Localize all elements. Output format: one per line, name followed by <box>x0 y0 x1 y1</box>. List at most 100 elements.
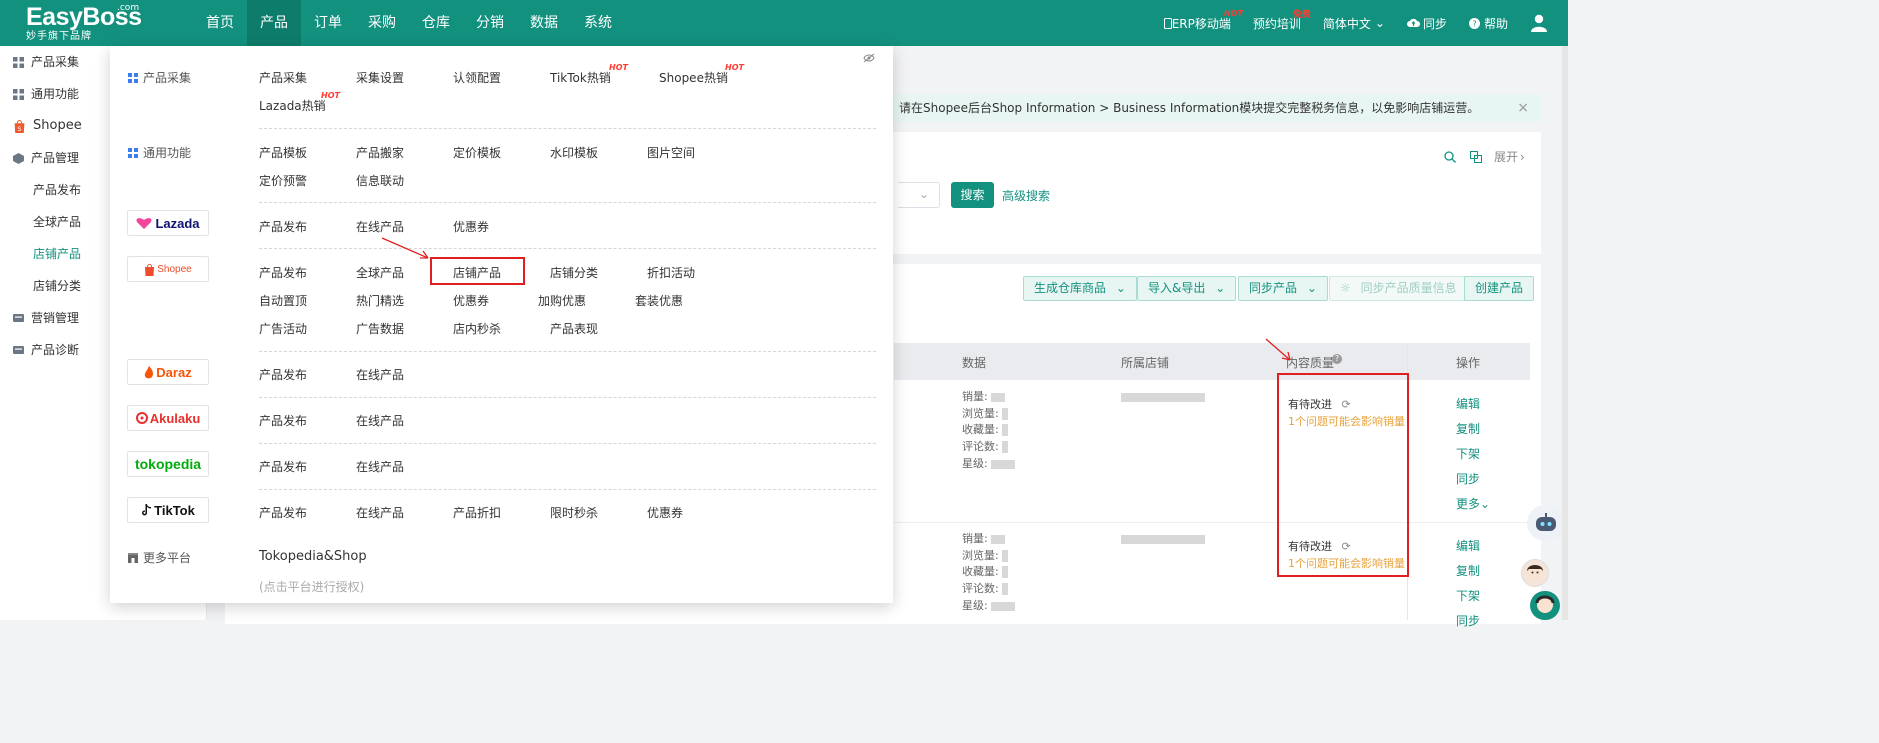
menu-divider <box>259 202 876 203</box>
stat-sales: 销量: <box>962 530 1006 546</box>
menu-link-tiktok-hot[interactable]: TikTok热销 <box>550 69 611 86</box>
stat-favorites: 收藏量: <box>962 421 1009 437</box>
menu-link-shopee-ad-data[interactable]: 广告数据 <box>356 320 404 337</box>
menu-link-claim-config[interactable]: 认领配置 <box>453 69 501 86</box>
menu-link-shopee-flash-sale[interactable]: 店内秒杀 <box>453 320 501 337</box>
erp-mobile-link[interactable]: ERP移动端 HOT <box>1163 9 1243 32</box>
copy-link[interactable]: 复制 <box>1456 420 1480 437</box>
customer-service-avatar[interactable] <box>1521 559 1549 587</box>
menu-link-shopee-ads[interactable]: 广告活动 <box>259 320 307 337</box>
support-agent-icon[interactable] <box>1530 591 1560 620</box>
menu-link-tiktok-online[interactable]: 在线产品 <box>356 504 404 521</box>
menu-link-lazada-hot[interactable]: Lazada热销 <box>259 97 326 114</box>
menu-link-tiktok-coupon[interactable]: 优惠券 <box>647 504 683 521</box>
filter-select[interactable]: ⌄ <box>898 182 940 208</box>
chevron-down-icon: ⌄ <box>1215 281 1226 295</box>
menu-category-label: 通用功能 <box>143 146 192 160</box>
menu-link-shopee-bundle[interactable]: 套装优惠 <box>635 292 683 309</box>
menu-link-shopee-store-category[interactable]: 店铺分类 <box>550 264 598 281</box>
help-link[interactable]: ? 帮助 <box>1468 15 1508 32</box>
eye-off-icon[interactable] <box>863 53 875 63</box>
training-link[interactable]: 预约培训 免费 <box>1253 10 1311 32</box>
generate-warehouse-button[interactable]: 生成仓库商品 ⌄ <box>1023 276 1137 301</box>
search-button[interactable]: 搜索 <box>951 182 994 208</box>
menu-link-image-space[interactable]: 图片空间 <box>647 144 695 161</box>
nav-distribution[interactable]: 分销 <box>463 0 517 46</box>
menu-link-shopee-addon-deal[interactable]: 加购优惠 <box>538 292 586 309</box>
store-icon <box>128 552 138 563</box>
menu-link-shopee-coupon[interactable]: 优惠券 <box>453 292 489 309</box>
sync-quality-button[interactable]: ☼ 同步产品质量信息 <box>1329 276 1468 301</box>
edit-link[interactable]: 编辑 <box>1456 395 1480 412</box>
nav-system[interactable]: 系统 <box>571 0 625 46</box>
logo-text: tokopedia <box>134 456 202 472</box>
menu-link-watermark[interactable]: 水印模板 <box>550 144 598 161</box>
menu-link-templates[interactable]: 产品模板 <box>259 144 307 161</box>
menu-link-shopee-hot[interactable]: Shopee热销 <box>659 69 728 86</box>
user-avatar[interactable] <box>1530 14 1548 32</box>
menu-link-tokopedia-shop[interactable]: Tokopedia&Shop <box>259 549 367 564</box>
advanced-search-link[interactable]: 高级搜索 <box>1002 187 1050 204</box>
expand-toggle[interactable]: 展开 <box>1494 148 1518 165</box>
delist-link[interactable]: 下架 <box>1456 445 1480 462</box>
sync-products-button[interactable]: 同步产品 ⌄ <box>1238 276 1328 301</box>
menu-link-tiktok-discount[interactable]: 产品折扣 <box>453 504 501 521</box>
menu-link-daraz-publish[interactable]: 产品发布 <box>259 366 307 383</box>
nav-products[interactable]: 产品 <box>247 0 301 46</box>
sync-link[interactable]: 同步 <box>1456 470 1480 487</box>
close-icon[interactable]: × <box>1517 94 1529 122</box>
copy-link[interactable]: 复制 <box>1456 562 1480 579</box>
menu-link-migrate[interactable]: 产品搬家 <box>356 144 404 161</box>
nav-purchase[interactable]: 采购 <box>355 0 409 46</box>
col-ops: 操作 <box>1456 356 1481 370</box>
menu-link-lazada-online[interactable]: 在线产品 <box>356 218 404 235</box>
delist-link[interactable]: 下架 <box>1456 587 1480 604</box>
nav-data[interactable]: 数据 <box>517 0 571 46</box>
menu-link-tokopedia-publish[interactable]: 产品发布 <box>259 458 307 475</box>
import-export-button[interactable]: 导入&导出 ⌄ <box>1137 276 1237 301</box>
create-product-button[interactable]: 创建产品 <box>1464 276 1535 301</box>
sync-link[interactable]: 同步 <box>1406 15 1447 32</box>
menu-link-shopee-auto-top[interactable]: 自动置顶 <box>259 292 307 309</box>
language-select[interactable]: 简体中文 ⌄ <box>1323 15 1385 32</box>
shopee-bag-icon <box>145 263 155 276</box>
scrollbar[interactable] <box>1562 46 1568 620</box>
chevron-down-icon: ⌄ <box>1374 16 1385 30</box>
menu-link-price-alert[interactable]: 定价预警 <box>259 172 307 189</box>
menu-link-shopee-publish[interactable]: 产品发布 <box>259 264 307 281</box>
logo[interactable]: EasyBoss .com 妙手旗下品牌 <box>26 3 142 43</box>
menu-link-shopee-discount[interactable]: 折扣活动 <box>647 264 695 281</box>
robot-assistant-icon[interactable] <box>1527 505 1565 541</box>
menu-link-lazada-coupon[interactable]: 优惠券 <box>453 218 489 235</box>
menu-link-lazada-publish[interactable]: 产品发布 <box>259 218 307 235</box>
menu-link-akulaku-online[interactable]: 在线产品 <box>356 412 404 429</box>
chevron-down-icon: ⌄ <box>1480 497 1491 511</box>
menu-link-info-linkage[interactable]: 信息联动 <box>356 172 404 189</box>
erp-mobile-label: ERP移动端 <box>1171 16 1231 31</box>
menu-link-shopee-hot-picks[interactable]: 热门精选 <box>356 292 404 309</box>
question-icon[interactable]: ? <box>1332 354 1342 364</box>
menu-link-akulaku-publish[interactable]: 产品发布 <box>259 412 307 429</box>
tokopedia-logo: tokopedia <box>127 451 209 477</box>
menu-link-collect[interactable]: 产品采集 <box>259 69 307 86</box>
menu-link-pricing-template[interactable]: 定价模板 <box>453 144 501 161</box>
copy-icon[interactable] <box>1470 150 1482 163</box>
nav-home[interactable]: 首页 <box>193 0 247 46</box>
sync-link[interactable]: 同步 <box>1456 612 1480 629</box>
logo-slogan: 妙手旗下品牌 <box>26 31 92 42</box>
menu-link-shopee-global[interactable]: 全球产品 <box>356 264 404 281</box>
shop-name-blurred <box>1121 390 1205 403</box>
notice-text: 准。请在Shopee后台Shop Information > Business … <box>875 101 1480 115</box>
logo-text: Lazada <box>155 215 200 231</box>
nav-orders[interactable]: 订单 <box>301 0 355 46</box>
nav-warehouse[interactable]: 仓库 <box>409 0 463 46</box>
menu-link-tiktok-flash[interactable]: 限时秒杀 <box>550 504 598 521</box>
edit-link[interactable]: 编辑 <box>1456 537 1480 554</box>
search-icon[interactable] <box>1444 150 1456 163</box>
menu-link-tokopedia-online[interactable]: 在线产品 <box>356 458 404 475</box>
menu-link-tiktok-publish[interactable]: 产品发布 <box>259 504 307 521</box>
menu-link-shopee-performance[interactable]: 产品表现 <box>550 320 598 337</box>
menu-link-daraz-online[interactable]: 在线产品 <box>356 366 404 383</box>
more-link[interactable]: 更多⌄ <box>1456 495 1490 512</box>
menu-link-collect-settings[interactable]: 采集设置 <box>356 69 404 86</box>
